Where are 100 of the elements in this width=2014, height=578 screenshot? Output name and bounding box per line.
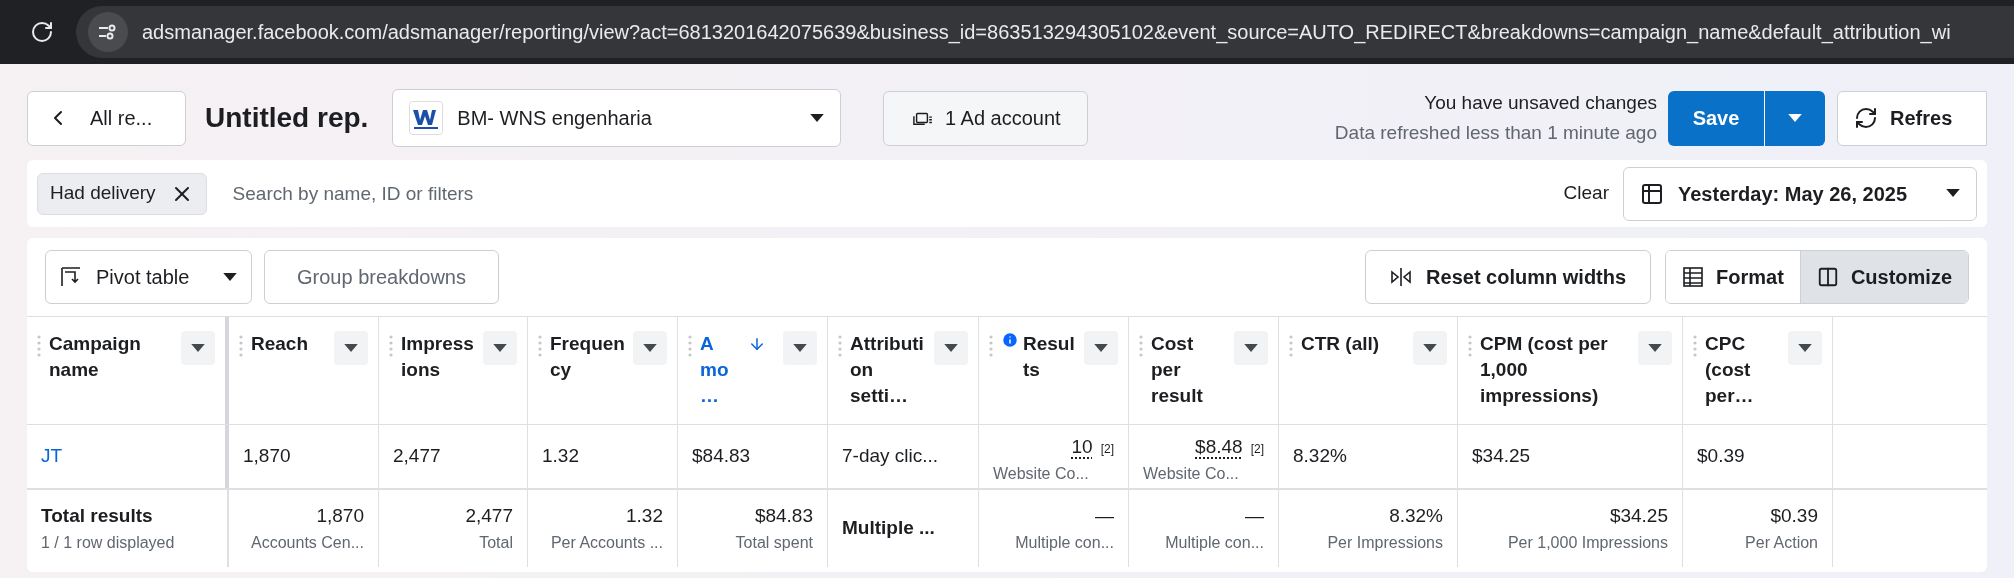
campaign-link[interactable]: JT	[41, 442, 211, 471]
group-breakdowns-button[interactable]: Group breakdowns	[264, 250, 499, 304]
drag-handle-icon[interactable]	[688, 335, 692, 357]
column-header[interactable]: Reach	[229, 317, 379, 424]
back-button[interactable]: All re...	[27, 90, 186, 146]
column-menu-button[interactable]	[1788, 331, 1822, 365]
column-title: Frequency	[550, 332, 625, 382]
drag-handle-icon[interactable]	[1468, 335, 1472, 357]
reset-widths-button[interactable]: Reset column widths	[1365, 250, 1652, 304]
view-toggle-button[interactable]: Customize	[1799, 251, 1968, 303]
settings-icon	[98, 24, 118, 40]
column-title: Attribution setti…	[850, 332, 925, 408]
total-subtitle: Total spent	[735, 532, 813, 553]
total-value: 1.32	[626, 504, 663, 529]
drag-handle-icon[interactable]	[239, 335, 243, 357]
total-value: Multiple ...	[842, 516, 936, 541]
column-menu-button[interactable]	[783, 331, 817, 365]
column-title: Cost per result	[1151, 332, 1204, 408]
metric-value[interactable]: 10	[1071, 433, 1093, 462]
column-header[interactable]: Cost per result	[1129, 317, 1279, 424]
metric-label: Website Co...	[1143, 463, 1239, 484]
column-header[interactable]: Results	[979, 317, 1129, 424]
column-header[interactable]: CPM (cost per 1,000 impressions)	[1458, 317, 1683, 424]
calendar-icon	[1640, 181, 1664, 206]
drag-handle-icon[interactable]	[1693, 335, 1697, 357]
refresh-status: Data refreshed less than 1 minute ago	[1334, 121, 1657, 145]
caret-icon	[1798, 343, 1812, 353]
column-menu-button[interactable]	[1413, 331, 1447, 365]
table-cell-text: 7-day clic...	[842, 444, 940, 469]
total-title: Total results	[41, 504, 154, 529]
table-cell-text: 2,477	[393, 444, 442, 469]
table-cell-text: $84.83	[692, 444, 752, 469]
refresh-button[interactable]: Refres	[1837, 90, 1987, 146]
caret-icon	[223, 272, 237, 282]
caret-icon	[810, 113, 825, 123]
column-menu-button[interactable]	[1084, 331, 1118, 365]
total-subtitle: Total	[479, 532, 513, 553]
column-menu-button[interactable]	[934, 331, 968, 365]
save-button[interactable]: Save	[1668, 90, 1764, 146]
column-title: Campaign name	[49, 332, 142, 382]
reload-icon[interactable]	[30, 20, 54, 44]
total-subtitle: Accounts Cen...	[251, 532, 364, 553]
table-cell-text: 1.32	[542, 444, 580, 469]
account-dropdown[interactable]: BM- WNS engenharia	[392, 89, 842, 147]
footnote-mark: [2]	[1100, 441, 1114, 459]
column-menu-button[interactable]	[483, 331, 517, 365]
column-title: Reach	[251, 332, 309, 356]
drag-handle-icon[interactable]	[37, 335, 41, 357]
columns-icon	[1816, 266, 1839, 288]
drag-handle-icon[interactable]	[538, 335, 542, 357]
column-header[interactable]: Attribution setti…	[828, 317, 979, 424]
column-header[interactable]: CPC (cost per…	[1683, 317, 1833, 424]
company-logo-icon	[409, 101, 444, 135]
drag-handle-icon[interactable]	[838, 335, 842, 357]
drag-handle-icon[interactable]	[989, 335, 993, 357]
save-options-button[interactable]	[1764, 90, 1825, 146]
column-title: CPC (cost per…	[1705, 332, 1755, 408]
total-value: $84.83	[754, 504, 813, 529]
column-title: CPM (cost per 1,000 impressions)	[1480, 332, 1609, 408]
filter-chip[interactable]: Had delivery	[37, 172, 207, 215]
pivot-icon	[60, 266, 82, 288]
column-menu-button[interactable]	[633, 331, 667, 365]
drag-handle-icon[interactable]	[1289, 335, 1293, 357]
column-header[interactable]: Amo…	[678, 317, 828, 424]
filter-search-bar[interactable]: Had delivery Search by name, ID or filters Clear Yesterday: May 26, 2025	[27, 160, 1987, 227]
column-menu-button[interactable]	[1638, 331, 1672, 365]
total-subtitle: Per Accounts ...	[550, 532, 663, 553]
caret-icon	[1946, 189, 1960, 198]
total-value: —	[1095, 504, 1114, 529]
clear-button[interactable]: Clear	[1563, 179, 1609, 208]
column-menu-button[interactable]	[1234, 331, 1268, 365]
date-picker-button[interactable]: Yesterday: May 26, 2025	[1623, 166, 1977, 221]
total-value: 2,477	[465, 504, 513, 529]
caret-icon	[1648, 343, 1662, 353]
total-value: 8.32%	[1389, 504, 1443, 529]
column-menu-button[interactable]	[181, 331, 215, 365]
total-value: —	[1245, 504, 1264, 529]
column-header[interactable]: Campaign name	[27, 317, 229, 424]
table-cell-text: 8.32%	[1293, 444, 1348, 469]
total-subtitle: Per Impressions	[1327, 532, 1443, 553]
site-info-button[interactable]	[88, 12, 128, 52]
unsaved-status: You have unsaved changes	[1424, 91, 1657, 115]
table-cell-text: 1,870	[243, 444, 292, 469]
column-header[interactable]: Impressions	[379, 317, 528, 424]
column-header[interactable]: CTR (all)	[1279, 317, 1458, 424]
caret-icon	[793, 343, 807, 353]
total-value: $0.39	[1770, 504, 1818, 529]
info-icon[interactable]	[1001, 331, 1019, 349]
caret-icon	[1788, 113, 1802, 123]
metric-value[interactable]: $8.48	[1195, 433, 1243, 462]
drag-handle-icon[interactable]	[389, 335, 393, 357]
column-header[interactable]: Frequency	[528, 317, 678, 424]
total-subtitle: 1 / 1 row displayed	[41, 532, 176, 553]
total-value: $34.25	[1609, 504, 1668, 529]
column-menu-button[interactable]	[334, 331, 368, 365]
caret-icon	[1244, 343, 1258, 353]
drag-handle-icon[interactable]	[1139, 335, 1143, 357]
sort-arrow-icon[interactable]	[748, 335, 766, 353]
pivot-table-dropdown[interactable]: Pivot table	[45, 250, 252, 304]
ad-account-button[interactable]: 1 Ad account	[883, 90, 1089, 146]
